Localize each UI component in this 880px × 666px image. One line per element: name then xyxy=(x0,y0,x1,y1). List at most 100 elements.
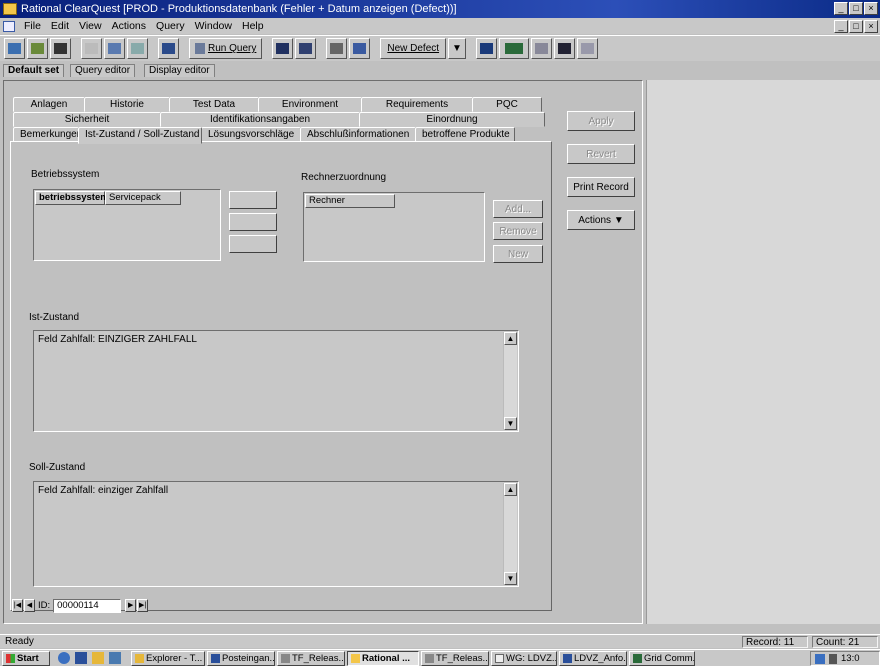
menu-edit[interactable]: Edit xyxy=(46,20,74,32)
open-workspace-icon[interactable] xyxy=(27,38,48,59)
mdi-close-button[interactable]: × xyxy=(864,20,878,33)
scroll-up-icon[interactable]: ▲ xyxy=(504,483,517,496)
previous-record-icon[interactable]: ◀ xyxy=(24,599,35,612)
tab-anlagen[interactable]: Anlagen xyxy=(13,97,85,112)
paste-icon[interactable] xyxy=(127,38,148,59)
minimize-button[interactable]: _ xyxy=(834,2,848,15)
task-tf-releas-2[interactable]: TF_Releas... xyxy=(421,650,489,666)
quicklaunch-explorer-icon[interactable] xyxy=(92,652,104,664)
first-record-icon[interactable]: |◀ xyxy=(12,599,23,612)
right-panel xyxy=(646,80,880,624)
tab-query-editor[interactable]: Query editor xyxy=(70,64,136,77)
status-text: Ready xyxy=(5,636,34,647)
tab-pqc[interactable]: PQC xyxy=(472,97,542,112)
tab-requirements[interactable]: Requirements xyxy=(361,97,473,112)
menu-window[interactable]: Window xyxy=(190,20,237,32)
form-view-icon[interactable] xyxy=(295,38,317,59)
menu-query[interactable]: Query xyxy=(151,20,190,32)
scroll-up-icon[interactable]: ▲ xyxy=(504,332,517,345)
toolbar: Run Query New Defect ▼ xyxy=(0,35,880,61)
tray-clock: 13:0 xyxy=(841,653,860,664)
tab-default-set[interactable]: Default set xyxy=(3,64,65,77)
ist-zustand-textarea[interactable]: Feld Zahlfall: EINZIGER ZAHLFALL ▲ ▼ xyxy=(33,330,519,432)
tab-abschlussinformationen[interactable]: Abschlußinformationen xyxy=(300,127,416,142)
copy-icon[interactable] xyxy=(104,38,125,59)
task-grid-comm[interactable]: Grid Comm... xyxy=(629,650,695,666)
menu-file[interactable]: File xyxy=(19,20,46,32)
tab-ist-soll-zustand[interactable]: Ist-Zustand / Soll-Zustand xyxy=(78,127,202,144)
status-bar: Ready Record: 11 Count: 21 xyxy=(0,634,880,648)
workspace-icon[interactable] xyxy=(576,38,598,59)
rechner-add-button[interactable]: Add... xyxy=(493,200,543,218)
quicklaunch-outlook-icon[interactable] xyxy=(75,652,87,664)
modify-icon[interactable] xyxy=(475,38,497,59)
menu-help[interactable]: Help xyxy=(237,20,269,32)
betriebssystem-list[interactable]: betriebssystem Servicepack xyxy=(33,189,221,261)
task-rational[interactable]: Rational ... xyxy=(347,650,419,666)
help-icon[interactable] xyxy=(349,38,371,59)
tab-historie[interactable]: Historie xyxy=(84,97,170,112)
task-tf-releas-1[interactable]: TF_Releas... xyxy=(277,650,345,666)
document-icon[interactable] xyxy=(3,20,15,32)
print-icon[interactable] xyxy=(326,38,348,59)
betriebssystem-remove-button[interactable] xyxy=(229,213,277,231)
menu-actions[interactable]: Actions xyxy=(107,20,151,32)
cut-icon[interactable] xyxy=(81,38,102,59)
mdi-minimize-button[interactable]: _ xyxy=(834,20,848,33)
tray-network-icon[interactable] xyxy=(815,653,825,664)
tab-identifikationsangaben[interactable]: Identifikationsangaben xyxy=(160,112,360,127)
soll-zustand-scrollbar[interactable]: ▲ ▼ xyxy=(503,483,517,585)
quicklaunch-desktop-icon[interactable] xyxy=(109,652,121,664)
tab-row-2: Sicherheit Identifikationsangaben Einord… xyxy=(13,112,545,127)
last-record-icon[interactable]: ▶| xyxy=(137,599,149,612)
tab-sicherheit[interactable]: Sicherheit xyxy=(13,112,161,127)
menu-view[interactable]: View xyxy=(74,20,107,32)
quicklaunch-ie-icon[interactable] xyxy=(58,652,70,664)
column-header-servicepack[interactable]: Servicepack xyxy=(105,191,181,205)
tab-betroffene-produkte[interactable]: betroffene Produkte xyxy=(415,127,515,142)
rechner-remove-button[interactable]: Remove xyxy=(493,222,543,240)
tab-test-data[interactable]: Test Data xyxy=(169,97,259,112)
new-defect-button[interactable]: New Defect xyxy=(380,38,447,59)
record-id-field[interactable]: 00000114 xyxy=(53,598,122,613)
rechner-list[interactable]: Rechner xyxy=(303,192,485,262)
find-icon[interactable] xyxy=(530,38,552,59)
column-header-betriebssystem[interactable]: betriebssystem xyxy=(35,191,109,205)
new-defect-dropdown-icon[interactable]: ▼ xyxy=(448,38,466,59)
task-posteingang[interactable]: Posteingan... xyxy=(207,650,275,666)
run-query-button[interactable]: Run Query xyxy=(189,38,263,59)
apply-button[interactable]: Apply xyxy=(567,111,635,131)
grid-view-icon[interactable] xyxy=(272,38,294,59)
tab-row-3: Bemerkungen Ist-Zustand / Soll-Zustand L… xyxy=(13,127,515,144)
betriebssystem-new-button[interactable] xyxy=(229,235,277,253)
open-icon[interactable] xyxy=(4,38,25,59)
scroll-down-icon[interactable]: ▼ xyxy=(504,417,517,430)
task-ldvz-anfo[interactable]: LDVZ_Anfo... xyxy=(559,650,627,666)
tab-loesungsvorschlaege[interactable]: Lösungsvorschläge xyxy=(201,127,301,142)
tab-einordnung[interactable]: Einordnung xyxy=(359,112,545,127)
change-state-icon[interactable] xyxy=(498,38,529,59)
next-record-icon[interactable]: ▶ xyxy=(125,599,137,612)
maximize-button[interactable]: □ xyxy=(849,2,863,15)
record-details-icon[interactable] xyxy=(553,38,575,59)
close-button[interactable]: × xyxy=(864,2,878,15)
task-wg-ldvz[interactable]: WG: LDVZ... xyxy=(491,650,557,666)
scroll-down-icon[interactable]: ▼ xyxy=(504,572,517,585)
actions-button[interactable]: Actions ▼ xyxy=(567,210,635,230)
print-record-button[interactable]: Print Record xyxy=(567,177,635,197)
task-explorer[interactable]: Explorer - T... xyxy=(131,650,205,666)
rechner-new-button[interactable]: New xyxy=(493,245,543,263)
save-icon[interactable] xyxy=(50,38,71,59)
tray-volume-icon[interactable] xyxy=(829,653,837,664)
mdi-restore-button[interactable]: □ xyxy=(849,20,863,33)
tab-bemerkungen[interactable]: Bemerkungen xyxy=(13,127,82,142)
tab-environment[interactable]: Environment xyxy=(258,97,362,112)
start-button[interactable]: Start xyxy=(2,650,50,666)
column-header-rechner[interactable]: Rechner xyxy=(305,194,395,208)
soll-zustand-textarea[interactable]: Feld Zahlfall: einziger Zahlfall ▲ ▼ xyxy=(33,481,519,587)
ist-zustand-scrollbar[interactable]: ▲ ▼ xyxy=(503,332,517,430)
betriebssystem-add-button[interactable] xyxy=(229,191,277,209)
revert-button[interactable]: Revert xyxy=(567,144,635,164)
chart-icon[interactable] xyxy=(158,38,179,59)
tab-display-editor[interactable]: Display editor xyxy=(144,64,215,77)
